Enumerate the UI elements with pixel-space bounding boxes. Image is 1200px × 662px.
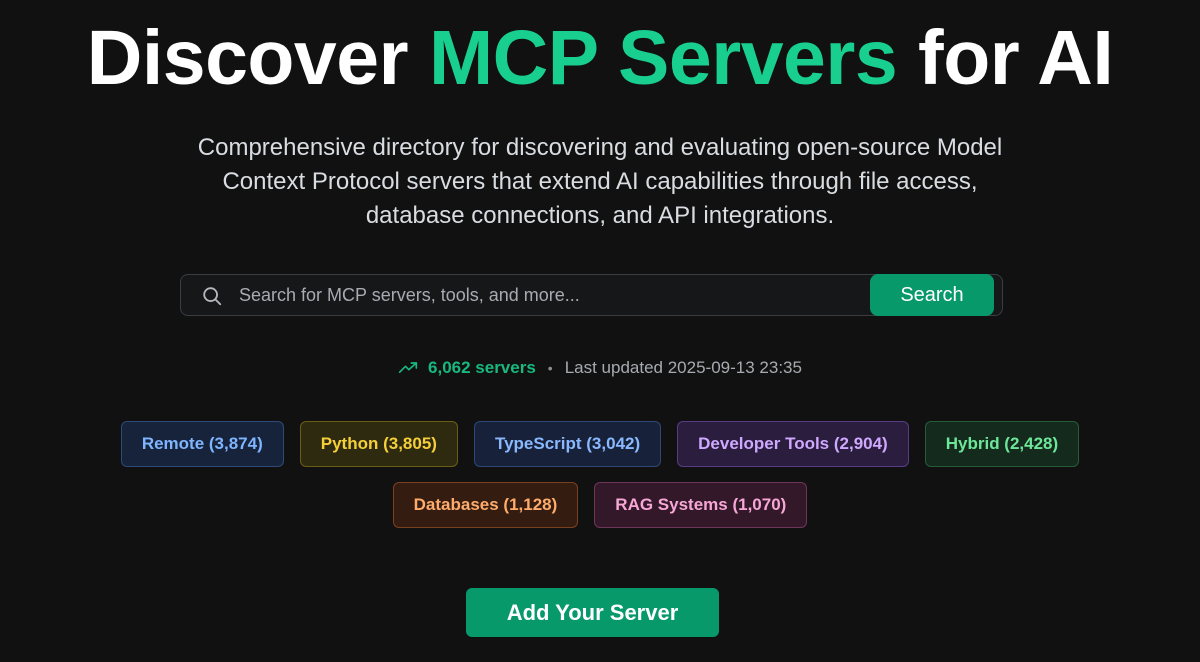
tag-hybrid[interactable]: Hybrid (2,428) xyxy=(924,421,1080,467)
last-updated: Last updated 2025-09-13 23:35 xyxy=(564,358,802,377)
search-button[interactable]: Search xyxy=(870,274,994,316)
tag-developer-tools[interactable]: Developer Tools (2,904) xyxy=(677,421,909,467)
search-icon xyxy=(203,287,222,306)
tag-rag-systems[interactable]: RAG Systems (1,070) xyxy=(594,482,808,528)
hero-title: Discover MCP Servers for AI xyxy=(0,16,1200,100)
trending-up-icon xyxy=(398,362,418,373)
tag-typescript[interactable]: TypeScript (3,042) xyxy=(473,421,662,467)
stats-separator: • xyxy=(547,360,553,376)
hero-subtitle: Comprehensive directory for discovering … xyxy=(197,134,1003,229)
tag-remote[interactable]: Remote (3,874) xyxy=(120,421,284,467)
tag-row-2: Databases (1,128) RAG Systems (1,070) xyxy=(0,482,1200,528)
add-server-button[interactable]: Add Your Server xyxy=(466,588,719,637)
hero-title-suffix: for AI xyxy=(897,15,1114,101)
hero-title-accent: MCP Servers xyxy=(428,15,898,101)
tag-databases[interactable]: Databases (1,128) xyxy=(392,482,579,528)
search-bar: Search xyxy=(180,274,1003,316)
stats-line: 6,062 servers • Last updated 2025-09-13 … xyxy=(0,358,1200,378)
page: Discover MCP Servers for AI Comprehensiv… xyxy=(0,0,1200,662)
hero-title-prefix: Discover xyxy=(86,15,429,101)
tag-python[interactable]: Python (3,805) xyxy=(299,421,458,467)
tag-row-1: Remote (3,874) Python (3,805) TypeScript… xyxy=(0,421,1200,467)
server-count: 6,062 servers xyxy=(428,358,536,377)
search-input[interactable] xyxy=(239,275,859,315)
